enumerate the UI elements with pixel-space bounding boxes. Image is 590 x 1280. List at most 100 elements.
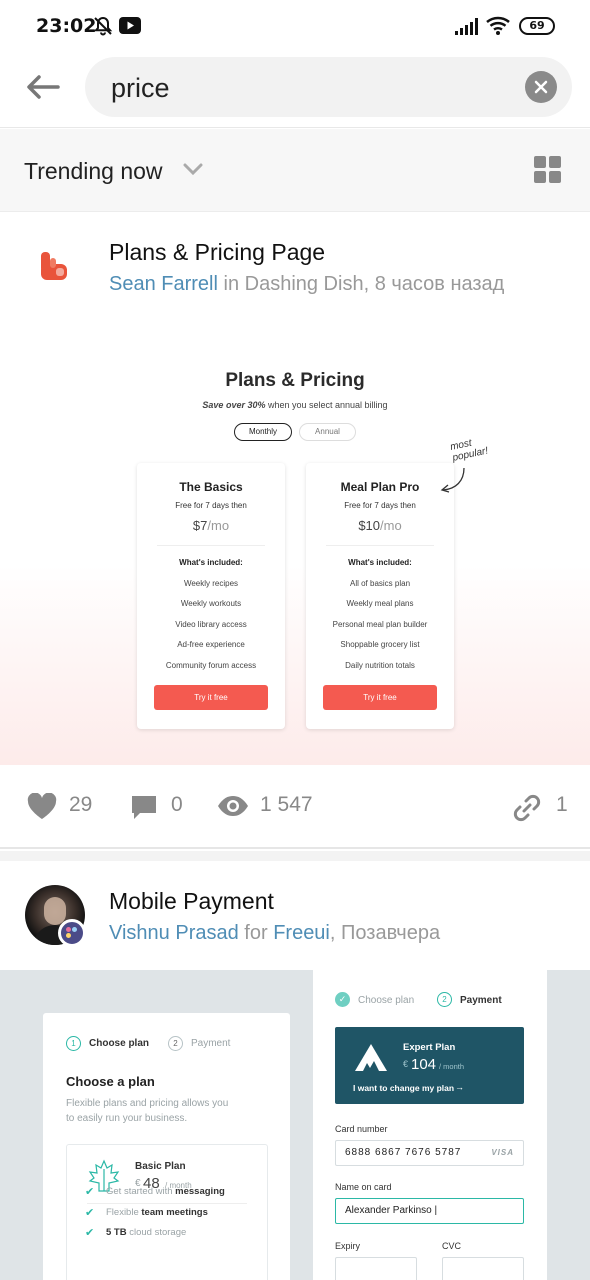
status-bar: 23:02 69 bbox=[0, 0, 590, 52]
search-bar: price bbox=[0, 52, 590, 128]
plan-free: Free for 7 days then bbox=[175, 501, 247, 510]
post-meta: Vishnu Prasad for Freeui, Позавчера bbox=[109, 922, 440, 945]
feature-item: Ad-free experience bbox=[177, 640, 245, 649]
team-logo-icon[interactable] bbox=[37, 250, 71, 284]
eye-icon bbox=[218, 796, 248, 816]
feature-item: Shoppable grocery list bbox=[340, 640, 420, 649]
likes-count: 29 bbox=[69, 793, 93, 816]
card-number: 6888 6867 7676 5787 bbox=[345, 1147, 462, 1158]
signal-icon bbox=[455, 18, 478, 35]
change-plan-link: I want to change my plan bbox=[353, 1083, 455, 1093]
step-label: Choose plan bbox=[89, 1038, 150, 1049]
toggle-monthly: Monthly bbox=[234, 423, 292, 441]
curved-arrow-icon bbox=[440, 467, 465, 493]
feature-item: Video library access bbox=[175, 620, 247, 629]
included-heading: What's included: bbox=[179, 558, 243, 567]
comment-icon[interactable] bbox=[129, 793, 159, 823]
status-time: 23:02 bbox=[36, 15, 97, 37]
team-badge-icon bbox=[58, 919, 86, 947]
step-label: Payment bbox=[191, 1038, 231, 1049]
views-count: 1 547 bbox=[260, 793, 313, 816]
feature-item: Daily nutrition totals bbox=[345, 661, 415, 670]
feature-item: Weekly meal plans bbox=[346, 599, 414, 608]
chevron-down-icon[interactable] bbox=[183, 163, 203, 175]
most-popular-note: most popular! bbox=[449, 437, 490, 464]
pricing-subtitle: Save over 30% when you select annual bil… bbox=[0, 400, 590, 410]
plan-name: Meal Plan Pro bbox=[340, 480, 420, 494]
post-title[interactable]: Plans & Pricing Page bbox=[109, 239, 325, 266]
pricing-title: Plans & Pricing bbox=[225, 370, 365, 391]
basic-plan-name: Basic Plan bbox=[135, 1161, 186, 1172]
feature-bold: 5 TB bbox=[106, 1227, 127, 1238]
cvc-label: CVC bbox=[442, 1241, 462, 1251]
card-number-field: 6888 6867 7676 5787 VISA bbox=[335, 1140, 524, 1166]
search-query[interactable]: price bbox=[111, 73, 170, 104]
back-arrow-icon[interactable] bbox=[24, 72, 62, 102]
post-time: , Позавчера bbox=[329, 922, 441, 944]
feature-item: Community forum access bbox=[165, 661, 257, 670]
payment-panel: ✓ Choose plan 2 Payment Expert Plan € 10… bbox=[313, 970, 547, 1280]
toggle-annual: Annual bbox=[299, 423, 356, 441]
expert-plan-name: Expert Plan bbox=[403, 1042, 456, 1053]
plan-price-value: $10 bbox=[358, 518, 381, 533]
author-link[interactable]: Sean Farrell bbox=[109, 273, 218, 295]
feature-item: Get started with messaging bbox=[106, 1186, 225, 1197]
name-label: Name on card bbox=[335, 1182, 392, 1192]
close-icon bbox=[534, 80, 548, 94]
author-link[interactable]: Vishnu Prasad bbox=[109, 922, 239, 944]
plan-description: Flexible plans and pricing allows you bbox=[66, 1098, 229, 1109]
plan-price-value: $7 bbox=[192, 518, 208, 533]
plan-price: $10/mo bbox=[306, 518, 454, 533]
expert-plan-price: 104 bbox=[411, 1056, 437, 1073]
team-link[interactable]: Freeui bbox=[273, 922, 330, 944]
search-input[interactable]: price bbox=[85, 57, 572, 117]
plan-description: to easily run your business. bbox=[66, 1113, 188, 1124]
shot-preview[interactable]: Plans & Pricing Save over 30% when you s… bbox=[0, 320, 590, 765]
plan-card-pro: Meal Plan Pro Free for 7 days then $10/m… bbox=[306, 463, 454, 729]
pricing-subtitle-rest: when you select annual billing bbox=[265, 400, 388, 410]
currency: € bbox=[403, 1059, 409, 1069]
plan-price-per: /mo bbox=[207, 518, 230, 533]
expiry-field bbox=[335, 1257, 417, 1280]
trending-filter-bar: Trending now bbox=[0, 129, 590, 212]
divider bbox=[326, 545, 434, 546]
pricing-subtitle-bold: Save over 30% bbox=[202, 400, 266, 410]
post-time: , 8 часов назад bbox=[363, 273, 505, 295]
for-word: for bbox=[244, 922, 268, 944]
step-number: 2 bbox=[437, 992, 452, 1007]
choose-plan-card: 1 Choose plan 2 Payment Choose a plan Fl… bbox=[43, 1013, 290, 1280]
arrow-right-icon: → bbox=[455, 1082, 464, 1092]
visa-logo: VISA bbox=[491, 1148, 514, 1157]
in-word: in bbox=[217, 273, 245, 295]
post-title[interactable]: Mobile Payment bbox=[109, 888, 274, 915]
link-icon[interactable] bbox=[512, 793, 542, 823]
feature-item: Personal meal plan builder bbox=[332, 620, 428, 629]
feature-bold: messaging bbox=[175, 1186, 225, 1197]
step-label: Choose plan bbox=[358, 995, 415, 1006]
grid-view-icon[interactable] bbox=[534, 156, 562, 184]
name-field: Alexander Parkinso | bbox=[335, 1198, 524, 1224]
feature-text: Flexible bbox=[106, 1207, 142, 1218]
step-number: 1 bbox=[66, 1036, 81, 1051]
post-separator bbox=[0, 851, 590, 861]
plan-price: $7/mo bbox=[137, 518, 285, 533]
wifi-icon bbox=[486, 16, 510, 35]
step-label: Payment bbox=[460, 995, 502, 1006]
plan-price-per: /mo bbox=[380, 518, 402, 533]
feature-item: Weekly recipes bbox=[183, 579, 239, 588]
team-name[interactable]: Dashing Dish bbox=[245, 273, 364, 295]
plan-free: Free for 7 days then bbox=[344, 501, 416, 510]
clear-search-button[interactable] bbox=[525, 71, 557, 103]
comments-count: 0 bbox=[171, 793, 183, 816]
battery-indicator: 69 bbox=[519, 17, 555, 35]
cvc-field bbox=[442, 1257, 524, 1280]
trending-dropdown[interactable]: Trending now bbox=[24, 158, 163, 185]
plan-name: The Basics bbox=[179, 480, 243, 494]
divider bbox=[157, 545, 265, 546]
feature-text: Get started with bbox=[106, 1186, 176, 1197]
shot-preview[interactable]: 1 Choose plan 2 Payment Choose a plan Fl… bbox=[0, 970, 590, 1280]
links-count: 1 bbox=[556, 793, 568, 816]
heart-icon[interactable] bbox=[27, 793, 57, 820]
try-free-button: Try it free bbox=[323, 685, 437, 710]
check-icon: ✓ bbox=[335, 992, 350, 1007]
